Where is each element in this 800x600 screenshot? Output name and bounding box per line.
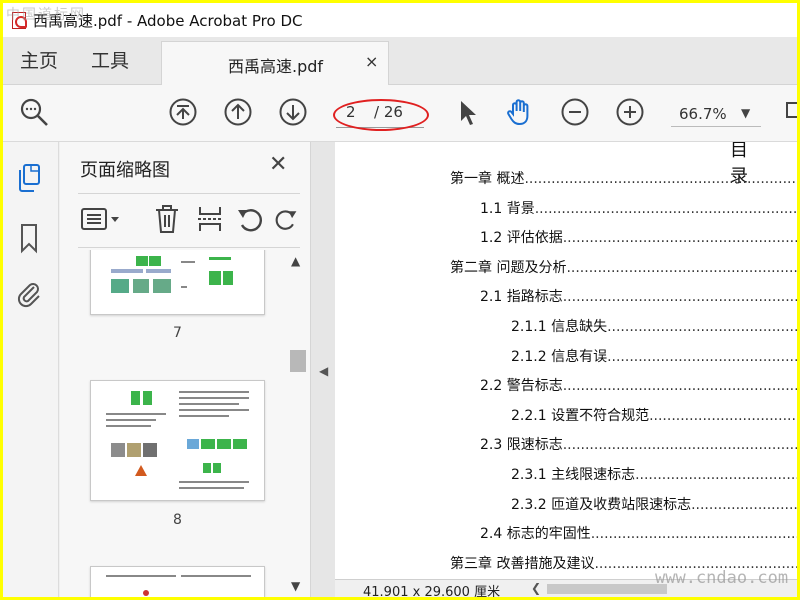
page-8-preview [106,391,249,489]
tab-home[interactable]: 主页 [20,37,58,85]
toc-entry[interactable]: 2.4 标志的牢固性 [480,523,797,543]
zoom-out-icon[interactable] [560,97,590,127]
toc-leader-dots [591,526,797,542]
toc-entry[interactable]: 2.3 限速标志 [480,434,797,454]
hand-tool-icon[interactable] [505,97,535,127]
watermark-top-left: 中国道标网 [6,7,86,23]
tab-bar: 主页 工具 西禹高速.pdf × [3,37,797,86]
title-bar: 西禹高速.pdf - Adobe Acrobat Pro DC [3,3,797,37]
scroll-down-icon[interactable]: ▼ [291,579,300,593]
toc-entry[interactable]: 第一章 概述 [450,168,797,188]
delete-page-icon[interactable] [152,204,182,236]
toc-entry-label: 1.1 背景 [480,200,535,217]
toc-entry[interactable]: 2.1.1 信息缺失 [511,316,797,336]
zoom-in-icon[interactable] [615,97,645,127]
page-thumbnails-icon[interactable] [15,162,43,194]
toc-entry-label: 2.4 标志的牢固性 [480,526,591,543]
close-panel-icon[interactable]: ✕ [269,152,287,177]
panel-title: 页面缩略图 [80,160,170,181]
zoom-value: 66.7% [679,105,727,123]
toc-leader-dots [563,230,797,246]
tab-tools[interactable]: 工具 [91,37,129,85]
thumbnail-options-icon[interactable] [80,204,122,236]
toc-leader-dots [563,437,797,453]
bookmark-icon[interactable] [15,222,43,254]
toc-entry-label: 第三章 改善措施及建议 [450,555,595,572]
extract-page-icon[interactable] [195,204,225,236]
page-dimensions: 41.901 x 29.600 厘米 [363,585,501,597]
page-thumbnail-7[interactable] [90,250,265,315]
rotate-left-icon[interactable] [235,204,265,236]
toc-leader-dots [563,289,797,305]
close-tab-icon[interactable]: × [365,52,378,71]
scroll-up-icon[interactable]: ▲ [291,254,300,268]
panel-divider [78,193,300,194]
page-7-preview [111,256,233,293]
chevron-down-icon: ▼ [741,106,751,120]
thumbnail-page-number: 8 [173,512,182,528]
select-cursor-icon[interactable] [453,97,483,127]
toc-entry-label: 2.3.1 主线限速标志 [511,467,636,483]
horizontal-scrollbar-thumb[interactable] [547,584,667,594]
toc-entry[interactable]: 2.3.2 匝道及收费站限速标志 [511,494,797,514]
toolbar-divider [78,247,300,248]
collapse-panel-icon[interactable]: ◀ [319,364,328,378]
toc-entry-label: 2.1 指路标志 [480,289,563,306]
toc-leader-dots [535,201,797,217]
toc-leader-dots [691,497,797,513]
navigation-rail [3,142,59,597]
toc-entry-label: 第二章 问题及分析 [450,259,567,276]
toc-entry[interactable]: 1.1 背景 [480,198,797,218]
document-page: 目 录 第一章 概述1.1 背景1.2 评估依据第二章 问题及分析2.1 指路标… [335,142,797,579]
toc-entry[interactable]: 2.1 指路标志 [480,286,797,306]
acrobat-window: 西禹高速.pdf - Adobe Acrobat Pro DC 主页 工具 西禹… [3,3,797,597]
watermark-bottom-right: www.cndao.com [655,568,789,588]
toc-entry-label: 2.1.2 信息有误 [511,348,608,365]
tab-document[interactable]: 西禹高速.pdf × [161,41,389,86]
page-9-preview [106,575,251,596]
scroll-left-icon[interactable]: ❮ [531,581,541,595]
previous-page-icon[interactable] [223,97,253,127]
toc-leader-dots [607,319,797,335]
search-icon[interactable] [19,97,49,127]
toc-leader-dots [563,378,797,394]
toc-entry[interactable]: 1.2 评估依据 [480,227,797,247]
toc-entry-label: 2.2.1 设置不符合规范 [511,407,650,424]
panel-collapse-strip[interactable]: ◀ [310,142,335,597]
toc-entry[interactable]: 2.2.1 设置不符合规范 [511,405,797,425]
toolbar: 2 / 26 66.7% ▼ [3,85,797,142]
first-page-icon[interactable] [168,97,198,127]
toc-leader-dots [649,408,797,424]
toc-entry-label: 1.2 评估依据 [480,230,563,247]
highlight-ellipse [333,99,429,131]
toc-leader-dots [566,260,797,276]
rotate-right-icon[interactable] [273,204,299,236]
toc-leader-dots [635,467,797,483]
page-thumbnail-9[interactable] [90,566,265,597]
document-view[interactable]: 目 录 第一章 概述1.1 背景1.2 评估依据第二章 问题及分析2.1 指路标… [335,142,797,579]
toc-entry[interactable]: 第二章 问题及分析 [450,257,797,277]
scrollbar-thumb[interactable] [290,350,306,372]
thumbnail-page-number: 7 [173,325,182,341]
toc-entry[interactable]: 2.1.2 信息有误 [511,346,797,366]
toc-leader-dots [607,349,797,365]
toc-entry[interactable]: 2.3.1 主线限速标志 [511,464,797,484]
thumbnail-scrollbar[interactable]: ▲ ▼ [288,250,306,597]
toc-entry-label: 2.3 限速标志 [480,437,563,454]
toc-entry-label: 2.2 警告标志 [480,378,563,395]
toc-entry-label: 第一章 概述 [450,171,525,187]
page-thumbnail-8[interactable] [90,380,265,501]
zoom-select[interactable]: 66.7% ▼ [671,103,761,127]
toc-entry[interactable]: 2.2 警告标志 [480,375,797,395]
next-page-icon[interactable] [278,97,308,127]
toc-entry-label: 2.1.1 信息缺失 [511,319,608,335]
toc-leader-dots [524,171,797,187]
tab-document-label: 西禹高速.pdf [228,57,324,76]
comment-icon[interactable] [783,97,797,127]
thumbnails-panel: 页面缩略图 ✕ 7 8 ▲ ▼ [60,142,310,597]
attachment-icon[interactable] [15,278,43,310]
thumbnail-list: 7 8 [60,250,285,597]
toc-entry-label: 2.3.2 匝道及收费站限速标志 [511,496,692,513]
